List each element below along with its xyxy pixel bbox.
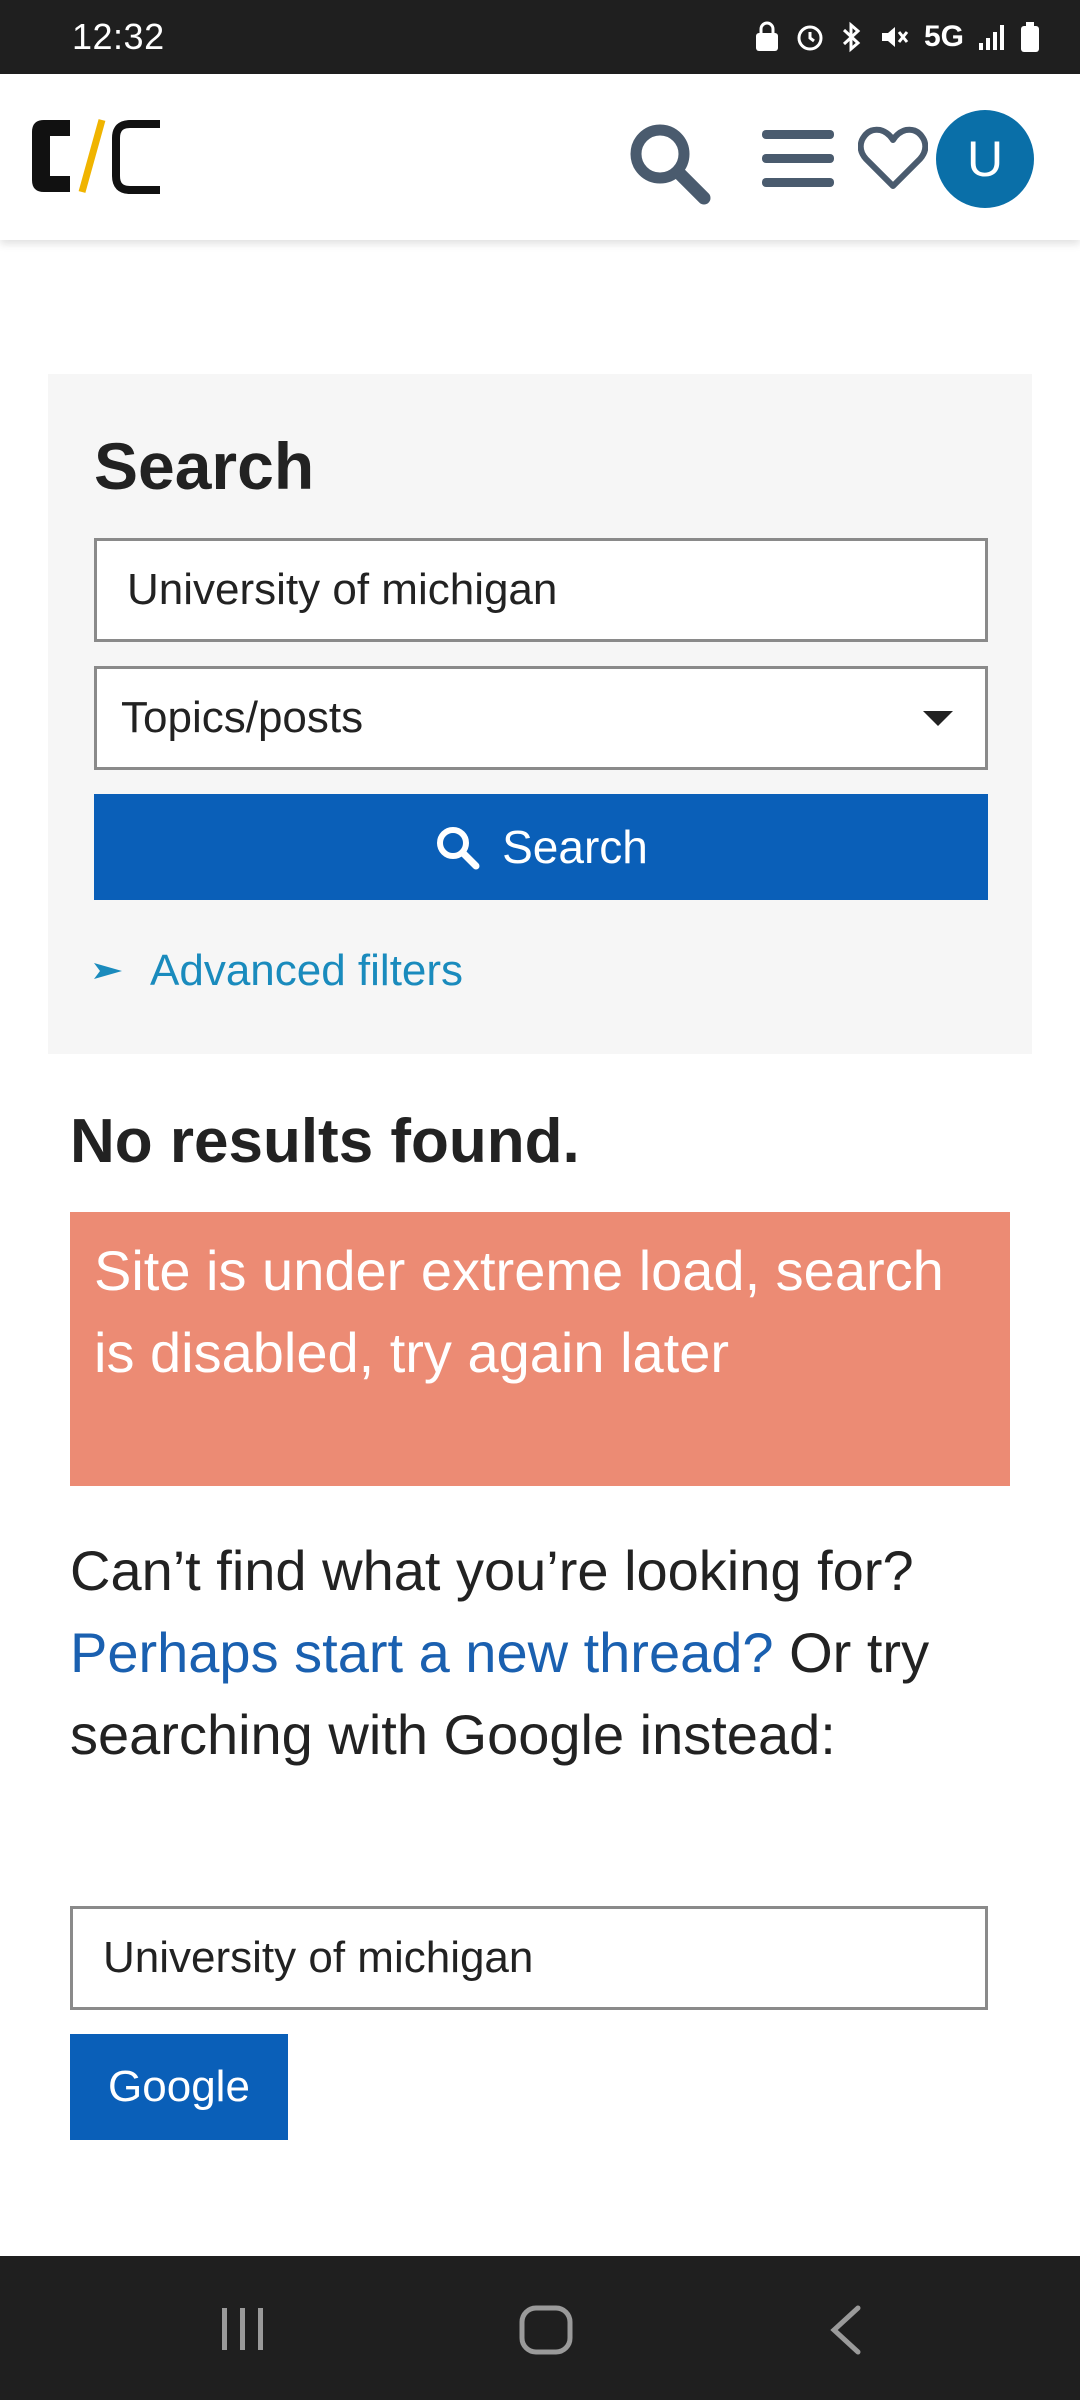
avatar[interactable]: U [936, 110, 1034, 208]
status-time: 12:32 [72, 16, 165, 57]
google-search-input[interactable]: University of michigan [70, 1906, 988, 2010]
site-header: U [0, 74, 1080, 240]
help-text: Can’t find what you’re looking for? Perh… [70, 1530, 1030, 1776]
signal-icon [979, 25, 1004, 50]
status-bar: 12:32 5G [0, 0, 1080, 74]
google-button[interactable]: Google [70, 2034, 288, 2140]
mute-icon [881, 27, 909, 47]
site-logo[interactable] [26, 114, 166, 198]
search-button-label: Search [502, 821, 648, 873]
back-icon[interactable] [826, 2302, 866, 2358]
help-prefix: Can’t find what you’re looking for? [70, 1539, 914, 1602]
scope-select[interactable]: Topics/posts [94, 666, 988, 770]
search-icon[interactable] [624, 118, 714, 208]
system-nav-bar [0, 2256, 1080, 2400]
search-icon [437, 827, 480, 870]
alarm-icon [797, 25, 823, 51]
bluetooth-icon [842, 21, 861, 53]
scope-select-value: Topics/posts [121, 693, 364, 742]
advanced-filters-toggle[interactable]: Advanced filters [94, 946, 463, 996]
recent-apps-icon[interactable] [218, 2306, 268, 2352]
search-input[interactable]: University of michigan [94, 538, 988, 642]
error-alert: Site is under extreme load, search is di… [70, 1212, 1010, 1486]
triangle-right-icon [94, 963, 122, 979]
advanced-filters-label: Advanced filters [150, 946, 464, 995]
menu-icon[interactable] [758, 124, 838, 194]
network-label: 5G [923, 20, 964, 53]
chevron-down-icon [923, 710, 953, 726]
search-button[interactable]: Search [94, 794, 988, 900]
heart-icon[interactable] [858, 124, 928, 194]
home-icon[interactable] [516, 2302, 576, 2358]
new-thread-link[interactable]: Perhaps start a new thread? [70, 1621, 774, 1684]
no-results-heading: No results found. [70, 1107, 580, 1176]
battery-icon [1021, 22, 1039, 52]
search-title: Search [94, 429, 315, 503]
search-panel: Search University of michigan Topics/pos… [48, 374, 1032, 1054]
status-icons: 5G [754, 20, 1040, 54]
lock-icon [755, 21, 778, 51]
